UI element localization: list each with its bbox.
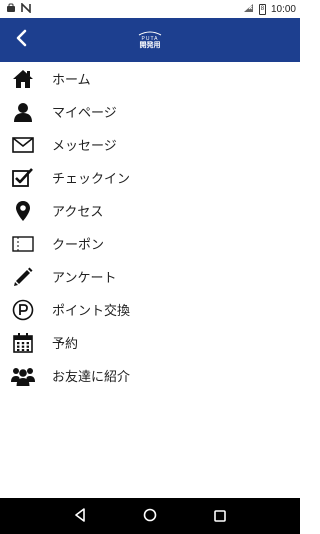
- square-recents-icon: [214, 507, 226, 526]
- pencil-icon: [11, 265, 35, 289]
- app-logo: PUTA 開発用: [137, 30, 163, 50]
- notification-icon: [6, 3, 16, 16]
- points-icon: [11, 298, 35, 322]
- menu-item-label: 予約: [52, 337, 79, 352]
- nav-back-button[interactable]: [68, 504, 92, 528]
- menu-item-checkin[interactable]: チェックイン: [0, 161, 300, 194]
- menu-item-label: ポイント交換: [52, 304, 131, 319]
- triangle-back-icon: [74, 507, 86, 526]
- map-pin-icon: [11, 199, 35, 223]
- nfc-icon: [21, 1, 31, 16]
- status-bar: 8 10:00: [0, 0, 300, 18]
- nav-recents-button[interactable]: [208, 504, 232, 528]
- system-nav-bar: [0, 498, 300, 534]
- menu-item-label: アンケート: [52, 271, 117, 286]
- drawer-menu: ホーム マイページ メッセージ チェックイン アクセス クーポン アンケート ポ…: [0, 62, 300, 392]
- group-icon: [11, 364, 35, 388]
- envelope-icon: [11, 133, 35, 157]
- menu-item-message[interactable]: メッセージ: [0, 128, 300, 161]
- home-icon: [11, 67, 35, 91]
- menu-item-label: マイページ: [52, 106, 117, 121]
- chevron-left-icon: [15, 29, 29, 51]
- battery-level: 8: [260, 5, 265, 12]
- menu-item-survey[interactable]: アンケート: [0, 260, 300, 293]
- menu-item-label: ホーム: [52, 73, 91, 88]
- circle-home-icon: [143, 507, 157, 526]
- checkbox-icon: [11, 166, 35, 190]
- battery-icon: 8: [258, 3, 266, 15]
- status-left: [6, 1, 31, 16]
- menu-item-home[interactable]: ホーム: [0, 62, 300, 95]
- menu-item-access[interactable]: アクセス: [0, 194, 300, 227]
- nav-home-button[interactable]: [138, 504, 162, 528]
- menu-item-coupon[interactable]: クーポン: [0, 227, 300, 260]
- menu-item-reservation[interactable]: 予約: [0, 326, 300, 359]
- status-right: 8 10:00: [243, 3, 296, 16]
- menu-item-label: クーポン: [52, 238, 105, 253]
- app-bar: PUTA 開発用: [0, 18, 300, 62]
- screen: 8 10:00 PUTA 開発用 ホーム マイページ メッセージ チェックイン …: [0, 0, 300, 534]
- coupon-icon: [11, 232, 35, 256]
- menu-item-label: お友達に紹介: [52, 370, 131, 385]
- menu-item-label: チェックイン: [52, 172, 131, 187]
- back-button[interactable]: [8, 26, 36, 54]
- logo-bottom-text: 開発用: [139, 42, 161, 49]
- status-time: 10:00: [270, 3, 296, 15]
- menu-item-mypage[interactable]: マイページ: [0, 95, 300, 128]
- menu-item-refer-friend[interactable]: お友達に紹介: [0, 359, 300, 392]
- signal-off-icon: [243, 3, 254, 16]
- menu-item-points[interactable]: ポイント交換: [0, 293, 300, 326]
- menu-item-label: メッセージ: [52, 139, 117, 154]
- menu-item-label: アクセス: [52, 205, 104, 220]
- user-icon: [11, 100, 35, 124]
- calendar-icon: [11, 331, 35, 355]
